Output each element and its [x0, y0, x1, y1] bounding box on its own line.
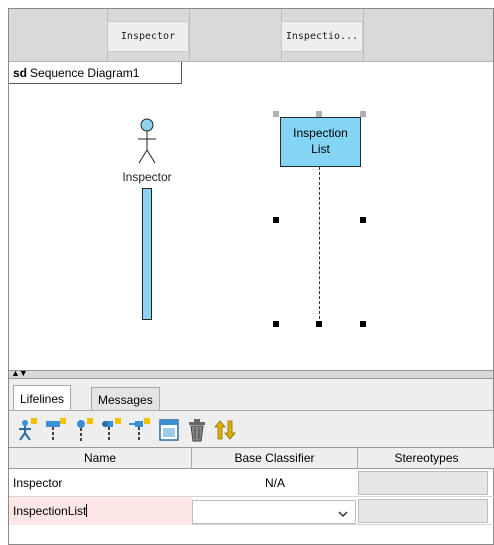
selection-handle[interactable] [273, 111, 279, 117]
lifeline-name-line1: Inspection [293, 126, 348, 140]
resize-handle[interactable] [273, 321, 279, 327]
add-lifeline-icon[interactable] [43, 418, 67, 442]
table-row[interactable]: InspectionList [9, 497, 494, 525]
header-separator [189, 9, 190, 62]
delete-trash-icon[interactable] [185, 418, 209, 442]
properties-tab-bar: Lifelines Messages [9, 379, 493, 411]
lifeline-header-bar: Inspector Inspectio... [9, 9, 493, 62]
tab-lifelines[interactable]: Lifelines [13, 385, 72, 411]
lifeline-dashed-line [319, 167, 320, 319]
actor-icon[interactable] [135, 118, 159, 168]
lifeline-name-line2: List [311, 142, 330, 156]
actor-name-label: Inspector [122, 170, 172, 184]
resize-handle[interactable] [316, 321, 322, 327]
lifeline-inspection-list[interactable]: Inspection List [280, 117, 361, 167]
add-actor-lifeline-icon[interactable] [15, 418, 39, 442]
swap-order-icon[interactable] [213, 418, 237, 442]
classifier-table-icon[interactable] [157, 418, 181, 442]
frame-name: Sequence Diagram1 [30, 66, 140, 80]
add-lifeline-variant-icon[interactable] [99, 418, 123, 442]
base-classifier-dropdown[interactable] [192, 500, 356, 524]
column-header-name[interactable]: Name [9, 448, 192, 469]
add-lifeline-alt-icon[interactable] [71, 418, 95, 442]
cell-stereotypes[interactable] [358, 471, 488, 495]
text-caret [86, 504, 88, 517]
cell-name-editing[interactable]: InspectionList [9, 497, 192, 525]
column-header-stereotypes[interactable]: Stereotypes [358, 448, 494, 469]
resize-handle[interactable] [360, 321, 366, 327]
column-header-base-classifier[interactable]: Base Classifier [192, 448, 358, 469]
cell-name-text: InspectionList [13, 504, 87, 518]
header-tab-inspector[interactable]: Inspector [107, 21, 189, 52]
activation-bar[interactable] [142, 188, 152, 320]
sequence-diagram-window: Inspector Inspectio... sd Sequence Diagra… [8, 8, 494, 545]
table-header-row: Name Base Classifier Stereotypes [9, 447, 494, 469]
header-separator [363, 9, 364, 62]
splitter-arrows-icon[interactable]: ▲▼ [11, 368, 28, 378]
sequence-diagram-frame-label[interactable]: sd Sequence Diagram1 [9, 62, 182, 84]
panel-splitter[interactable]: ▲▼ [9, 368, 493, 379]
header-tab-inspection-list[interactable]: Inspectio... [281, 21, 363, 52]
cell-stereotypes[interactable] [358, 499, 488, 523]
tab-messages[interactable]: Messages [91, 387, 160, 411]
cell-name[interactable]: Inspector [9, 469, 192, 497]
diagram-canvas[interactable]: sd Sequence Diagram1 Inspector Inspection… [9, 62, 493, 370]
frame-keyword: sd [13, 66, 28, 80]
chevron-down-icon[interactable] [337, 508, 349, 520]
resize-handle[interactable] [360, 217, 366, 223]
table-row[interactable]: Inspector N/A [9, 469, 494, 497]
cell-base-classifier[interactable]: N/A [192, 469, 358, 497]
lifeline-toolbar [9, 411, 493, 447]
resize-handle[interactable] [273, 217, 279, 223]
add-gate-lifeline-icon[interactable] [127, 418, 151, 442]
